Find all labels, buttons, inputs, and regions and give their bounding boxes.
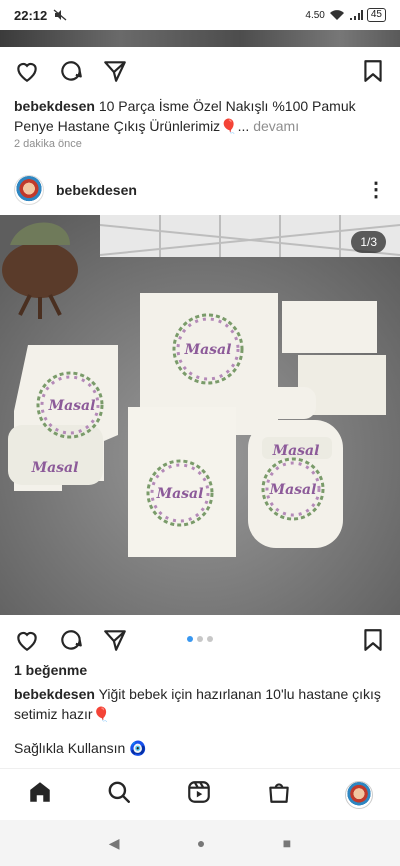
- heart-icon[interactable]: [14, 627, 40, 653]
- heart-icon[interactable]: [14, 58, 40, 84]
- post2-caption-line2: Sağlıkla Kullansın 🧿: [14, 740, 147, 756]
- search-icon[interactable]: [106, 779, 132, 810]
- bookmark-icon[interactable]: [360, 58, 386, 84]
- embroidery-text: Masal: [269, 482, 317, 498]
- status-right-icons: 4.50 45: [305, 8, 386, 22]
- page-counter: 1/3: [351, 231, 386, 253]
- network-speed: 4.50: [305, 9, 325, 21]
- status-bar: 22:12 4.50 45: [0, 0, 400, 30]
- home-icon[interactable]: [27, 779, 53, 810]
- recents-icon[interactable]: ■: [283, 835, 291, 851]
- embroidery-text: Masal: [272, 443, 320, 459]
- post1-time-ago: 2 dakika önce: [14, 138, 82, 150]
- post2-image[interactable]: Masal Masal Masal Masal Masal Masal 1/3: [0, 215, 400, 615]
- bottom-nav: [0, 768, 400, 820]
- comment-icon[interactable]: [58, 627, 84, 653]
- avatar[interactable]: [14, 175, 44, 205]
- carousel-dots: [187, 636, 213, 642]
- kebab-menu-icon[interactable]: ⋮: [366, 180, 386, 200]
- status-time: 22:12: [14, 7, 48, 23]
- carousel-dot: [197, 636, 203, 642]
- embroidery-text: Masal: [184, 342, 232, 358]
- signal-icon: [349, 10, 363, 20]
- carousel-dot: [207, 636, 213, 642]
- post2-header: bebekdesen ⋮: [0, 172, 400, 208]
- share-icon[interactable]: [102, 58, 128, 84]
- home-button-icon[interactable]: ●: [197, 835, 205, 851]
- android-nav-bar: ◀ ● ■: [0, 820, 400, 866]
- post2-caption-username[interactable]: bebekdesen: [14, 686, 95, 702]
- mute-icon: [53, 9, 67, 21]
- carousel-dot: [187, 636, 193, 642]
- battery-indicator: 45: [366, 8, 386, 22]
- embroidery-text: Masal: [31, 460, 79, 476]
- bookmark-icon[interactable]: [360, 627, 386, 653]
- profile-avatar[interactable]: [345, 780, 374, 809]
- embroidery-text: Masal: [48, 398, 96, 414]
- status-notification-icons: [53, 9, 67, 21]
- post2-username[interactable]: bebekdesen: [56, 182, 137, 198]
- comment-icon[interactable]: [58, 58, 84, 84]
- post2-caption: bebekdesen Yiğit bebek için hazırlanan 1…: [14, 684, 390, 724]
- previous-post-image[interactable]: [0, 30, 400, 47]
- reels-icon[interactable]: [186, 779, 212, 810]
- wifi-icon: [329, 10, 344, 20]
- post1-caption: bebekdesen 10 Parça İsme Özel Nakışlı %1…: [14, 96, 390, 136]
- post1-caption-username[interactable]: bebekdesen: [14, 98, 95, 114]
- back-icon[interactable]: ◀: [109, 835, 120, 852]
- baby-clothes-photo: Masal Masal Masal Masal Masal Masal: [0, 215, 400, 615]
- shop-icon[interactable]: [266, 779, 292, 810]
- share-icon[interactable]: [102, 627, 128, 653]
- post1-more-link[interactable]: devamı: [253, 118, 299, 134]
- embroidery-text: Masal: [156, 486, 204, 502]
- likes-count[interactable]: 1 beğenme: [14, 662, 87, 678]
- post1-action-row: [0, 53, 400, 89]
